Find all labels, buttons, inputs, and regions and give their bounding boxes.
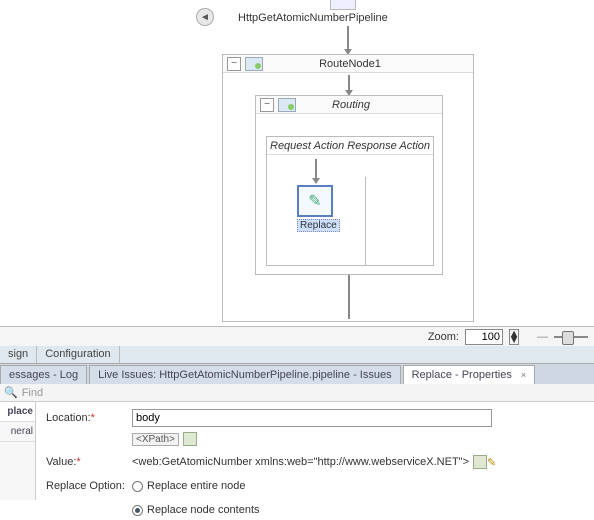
routing-header[interactable]: − Routing (256, 96, 442, 114)
side-tab-general[interactable]: neral (0, 422, 35, 442)
divider (365, 177, 366, 265)
properties-side-tabs: place neral (0, 402, 36, 500)
pipeline-icon (330, 0, 356, 10)
divider: — (537, 331, 548, 343)
collapse-button[interactable]: − (260, 98, 274, 112)
flow-line (348, 275, 350, 319)
search-icon: 🔍 (4, 386, 18, 399)
close-icon[interactable]: × (521, 370, 526, 380)
routing-container[interactable]: − Routing Request Action Response Action… (255, 95, 443, 275)
request-response-container[interactable]: Request Action Response Action ✎ Replace (266, 136, 434, 266)
find-bar: 🔍 Find (0, 384, 594, 402)
location-field[interactable] (132, 409, 492, 427)
edit-pencil-icon[interactable]: ✎ (487, 456, 496, 469)
value-expression: <web:GetAtomicNumber xmlns:web="http://w… (132, 456, 469, 468)
properties-panel: place neral Location:* <XPath> Value:* <… (0, 402, 594, 500)
zoom-label: Zoom: (428, 331, 459, 343)
properties-form: Location:* <XPath> Value:* <web:GetAtomi… (36, 402, 594, 500)
replace-action-label: Replace (297, 219, 340, 232)
route-node-header[interactable]: − RouteNode1 (223, 55, 473, 73)
tab-messages-log[interactable]: essages - Log (0, 365, 87, 384)
radio-replace-entire[interactable] (132, 481, 143, 492)
xpath-editor-icon[interactable] (183, 432, 197, 446)
find-input[interactable]: Find (22, 387, 43, 399)
routing-title: Routing (300, 99, 442, 111)
tab-label: Live Issues: HttpGetAtomicNumberPipeline… (98, 369, 391, 381)
editor-view-tabs: sign Configuration (0, 346, 594, 364)
radio-replace-contents[interactable] (132, 505, 143, 516)
routing-icon (278, 98, 296, 112)
flow-arrow-icon (348, 75, 350, 91)
flow-arrow-icon (347, 26, 349, 50)
replace-action-node[interactable]: ✎ Replace (297, 185, 340, 232)
zoom-bar: Zoom: ▲▼ — (0, 326, 594, 346)
zoom-slider[interactable] (554, 332, 588, 342)
tab-design[interactable]: sign (0, 346, 37, 363)
radio-label: Replace node contents (147, 504, 260, 516)
tab-label: Replace - Properties (412, 369, 512, 381)
replace-option-label: Replace Option: (46, 480, 132, 492)
route-node-icon (245, 57, 263, 71)
replace-action-icon: ✎ (297, 185, 333, 217)
radio-label: Replace entire node (147, 480, 245, 492)
collapse-button[interactable]: − (227, 57, 241, 71)
zoom-input[interactable] (465, 329, 503, 345)
request-response-header: Request Action Response Action (267, 137, 433, 155)
zoom-stepper[interactable]: ▲▼ (509, 329, 519, 345)
xpath-chip[interactable]: <XPath> (132, 433, 179, 446)
design-canvas[interactable]: ◄ HttpGetAtomicNumberPipeline − RouteNod… (0, 0, 594, 325)
back-button[interactable]: ◄ (196, 8, 214, 26)
tab-configuration[interactable]: Configuration (37, 346, 119, 363)
value-label: Value:* (46, 456, 132, 468)
bottom-panel-tabs: essages - Log Live Issues: HttpGetAtomic… (0, 364, 594, 384)
tab-live-issues[interactable]: Live Issues: HttpGetAtomicNumberPipeline… (89, 365, 400, 384)
route-node-container[interactable]: − RouteNode1 − Routing Request Action Re… (222, 54, 474, 322)
pipeline-title: HttpGetAtomicNumberPipeline (238, 12, 388, 24)
flow-arrow-icon (315, 159, 317, 179)
expression-editor-icon[interactable] (473, 455, 487, 469)
route-node-title: RouteNode1 (267, 58, 473, 70)
location-label: Location:* (46, 412, 132, 424)
tab-replace-properties[interactable]: Replace - Properties × (403, 365, 536, 384)
side-tab-replace[interactable]: place (0, 402, 35, 422)
